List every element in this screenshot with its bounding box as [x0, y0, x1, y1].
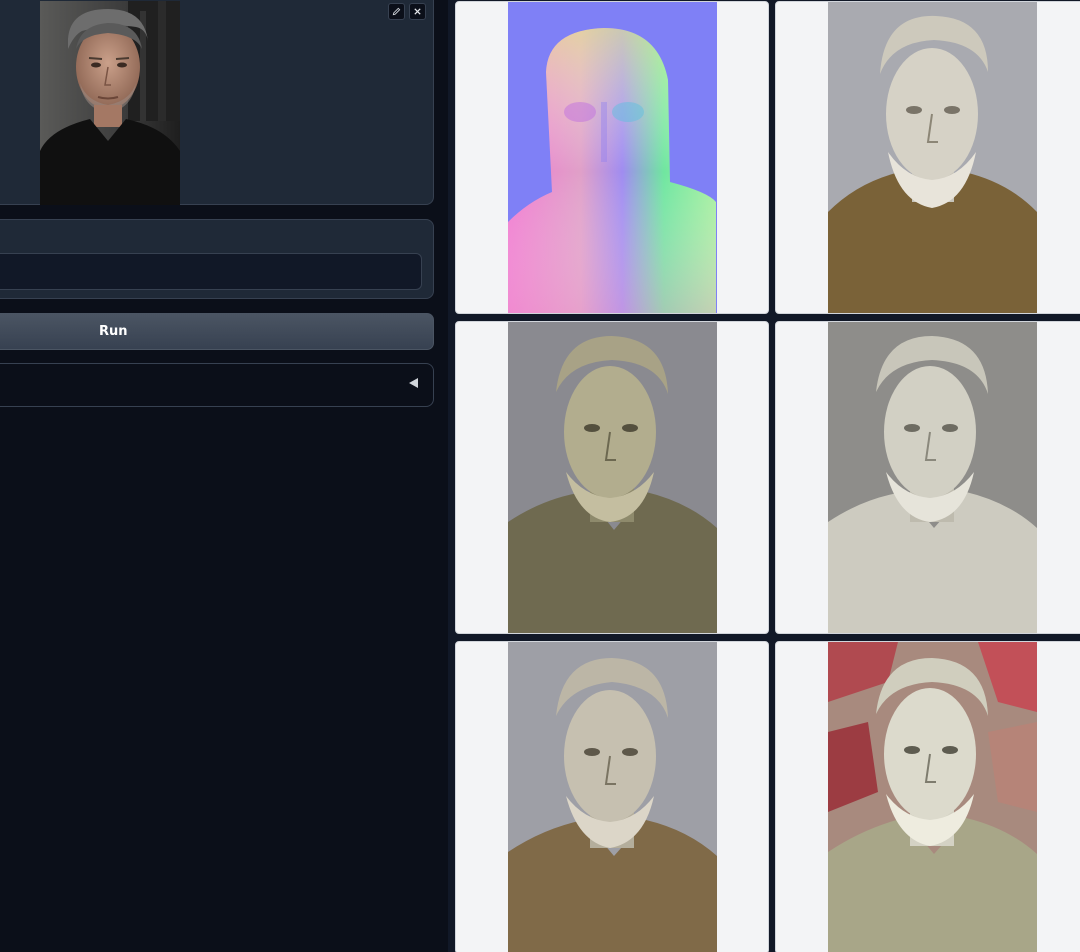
run-button[interactable]: Run: [0, 313, 434, 350]
advanced-options-accordion[interactable]: [0, 363, 434, 407]
edit-image-button[interactable]: [388, 3, 405, 20]
input-image-panel: [0, 0, 434, 205]
run-button-label: Run: [99, 324, 128, 339]
triangle-left-icon: [409, 378, 418, 388]
gallery-image-bust-brown: [828, 2, 1037, 313]
gallery-item[interactable]: [455, 641, 769, 952]
app-root: Run: [0, 0, 1080, 952]
clear-image-button[interactable]: [409, 3, 426, 20]
close-icon: [414, 8, 421, 15]
gallery-item[interactable]: [775, 321, 1080, 634]
gallery-image-bust-white: [828, 322, 1037, 633]
gallery-item[interactable]: [455, 1, 769, 314]
gallery-image-normal-map: [508, 2, 717, 313]
gallery-item[interactable]: [775, 641, 1080, 952]
output-gallery: [448, 0, 1080, 952]
prompt-input[interactable]: [0, 253, 422, 290]
gallery-image-bust-olive: [508, 322, 717, 633]
pencil-icon: [392, 7, 401, 16]
gallery-item[interactable]: [775, 1, 1080, 314]
input-portrait-image: [40, 1, 180, 205]
gallery-image-bust-brown-2: [508, 642, 717, 952]
gallery-image-bust-red-stone: [828, 642, 1037, 952]
gallery-item[interactable]: [455, 321, 769, 634]
prompt-panel: [0, 219, 434, 299]
